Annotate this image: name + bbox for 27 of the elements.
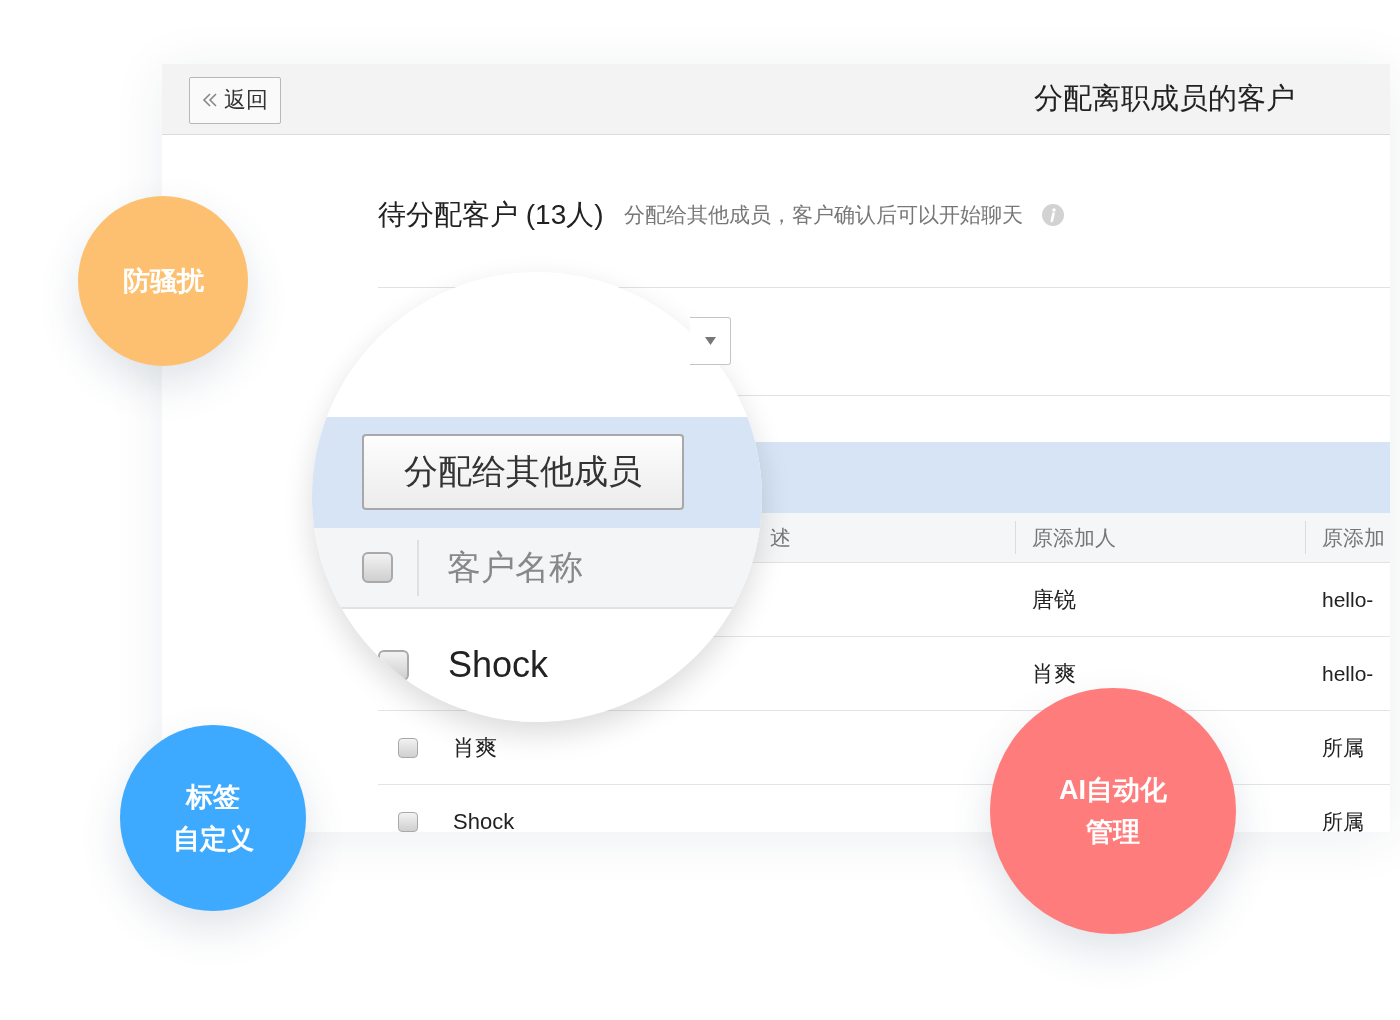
checkbox[interactable] (398, 737, 418, 758)
double-chevron-icon (202, 93, 218, 107)
cell-text: 所属 (1322, 808, 1364, 832)
cell-text: hello- (1322, 661, 1374, 686)
checkbox[interactable] (398, 811, 418, 832)
column-header: 原添加 (1322, 524, 1385, 551)
feature-badge: 标签 自定义 (120, 725, 306, 911)
customer-name: Shock (448, 644, 549, 686)
feature-badge: 防骚扰 (78, 196, 248, 366)
caret-icon (704, 337, 716, 345)
customer-name: Shock (453, 808, 515, 832)
info-icon[interactable] (1040, 203, 1065, 227)
adder-name: 唐锐 (1032, 585, 1076, 614)
column-header: 客户名称 (447, 546, 583, 588)
customer-name: 肖爽 (453, 733, 497, 762)
cell-text: 所属 (1322, 734, 1364, 761)
assign-button[interactable]: 分配给其他成员 (362, 434, 684, 510)
hint-text: 分配给其他成员，客户确认后可以开始聊天 (623, 202, 1023, 228)
adder-name: 肖爽 (1032, 659, 1076, 688)
column-header: 原添加人 (1032, 524, 1116, 551)
select-field[interactable] (690, 317, 731, 365)
back-button[interactable]: 返回 (189, 76, 281, 124)
column-header: 述 (770, 524, 791, 551)
section-title: 待分配客户 (13人) (378, 198, 604, 232)
checkbox[interactable] (362, 552, 393, 583)
cell-text: hello- (1322, 587, 1374, 612)
page-title: 分配离职成员的客户 (1034, 81, 1295, 116)
